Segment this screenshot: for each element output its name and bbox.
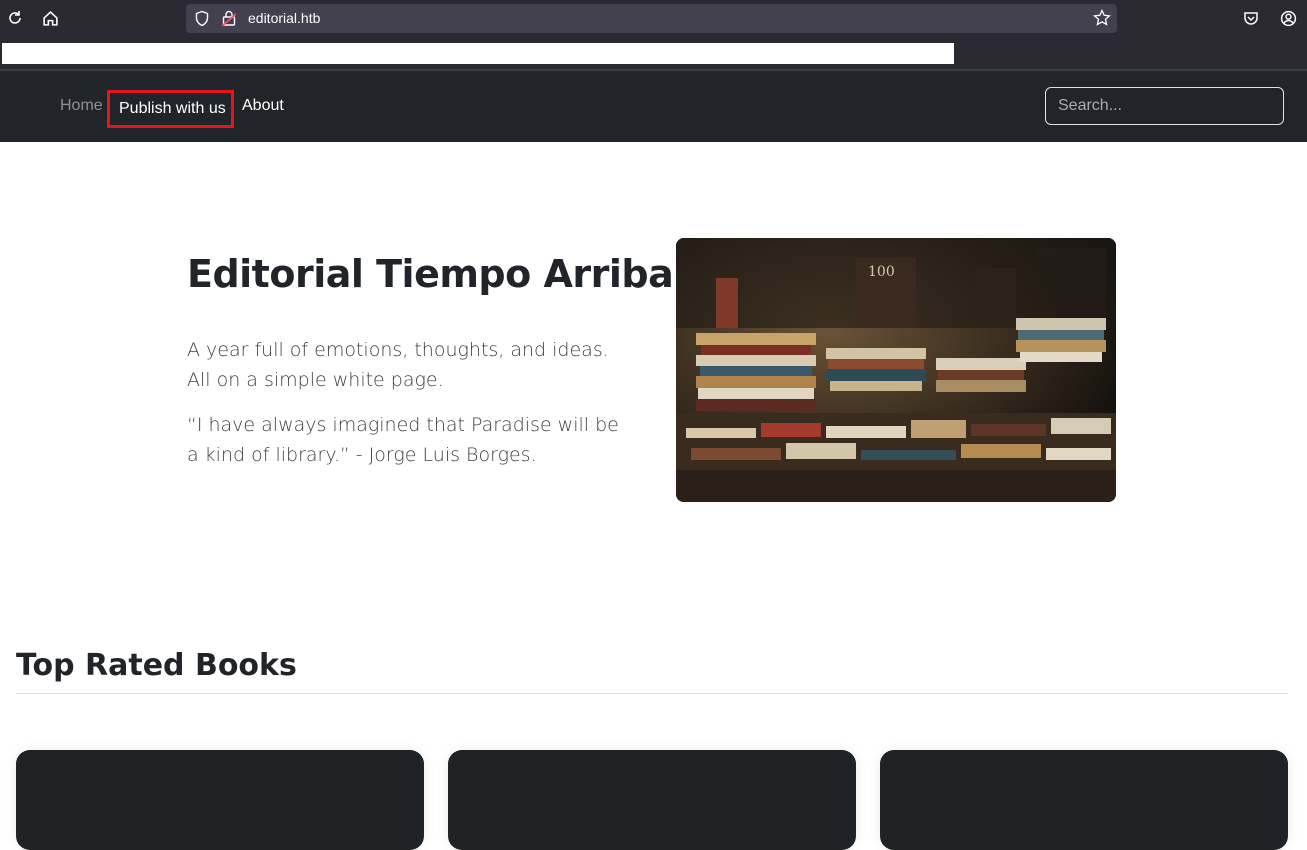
lock-icon[interactable] (221, 10, 237, 31)
book-card[interactable] (16, 750, 424, 850)
url-text: editorial.htb (248, 10, 321, 26)
hero-quote: “I have always imagined that Paradise wi… (187, 414, 619, 466)
book-card[interactable] (880, 750, 1288, 850)
account-icon[interactable] (1277, 7, 1299, 29)
site-navbar: Home Publish with us About (0, 69, 1307, 142)
page-title: Editorial Tiempo Arriba (187, 252, 674, 296)
book-card[interactable] (448, 750, 856, 850)
hero-bookshop-image: 100 (676, 238, 1116, 502)
url-bar[interactable]: editorial.htb (186, 4, 1117, 33)
browser-toolbar: editorial.htb (0, 0, 1307, 37)
section-divider (16, 693, 1288, 694)
svg-text:100: 100 (868, 264, 895, 280)
section-title: Top Rated Books (16, 648, 297, 683)
shield-icon[interactable] (194, 10, 210, 31)
search-input[interactable] (1045, 87, 1284, 125)
nav-about-link[interactable]: About (242, 97, 284, 115)
nav-home-link[interactable]: Home (60, 97, 103, 115)
pocket-icon[interactable] (1240, 7, 1262, 29)
redacted-strip (2, 43, 954, 64)
nav-publish-link[interactable]: Publish with us (107, 90, 234, 128)
reload-icon[interactable] (4, 7, 26, 29)
star-icon[interactable] (1093, 8, 1111, 31)
home-icon[interactable] (39, 7, 61, 29)
hero-description: A year full of emotions, thoughts, and i… (187, 339, 609, 391)
